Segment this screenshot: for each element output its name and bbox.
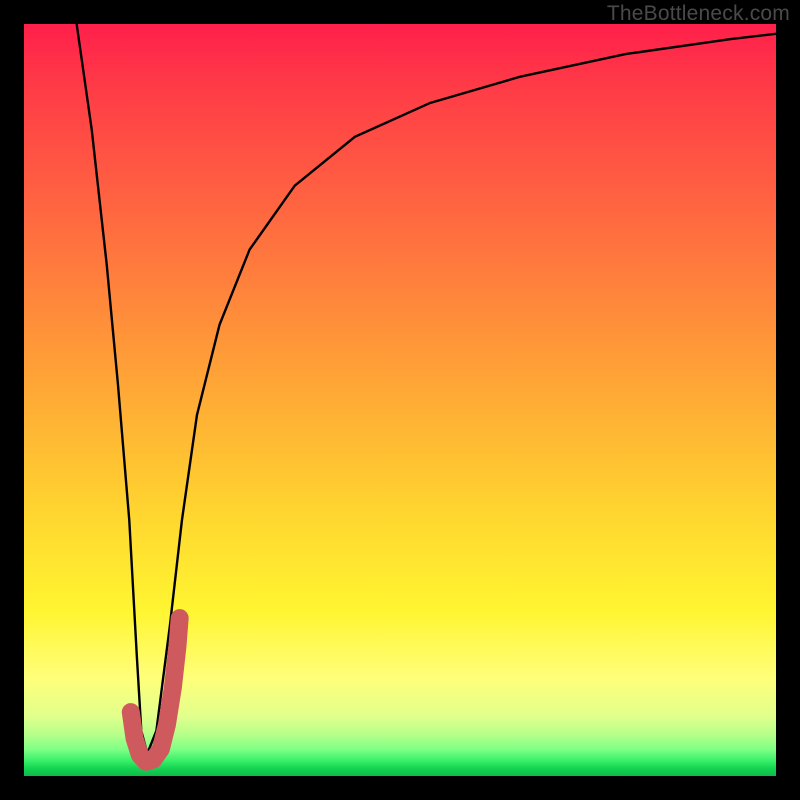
- watermark-text: TheBottleneck.com: [607, 2, 790, 26]
- curve-layer: [24, 24, 776, 776]
- plot-area: [24, 24, 776, 776]
- chart-frame: TheBottleneck.com: [0, 0, 800, 800]
